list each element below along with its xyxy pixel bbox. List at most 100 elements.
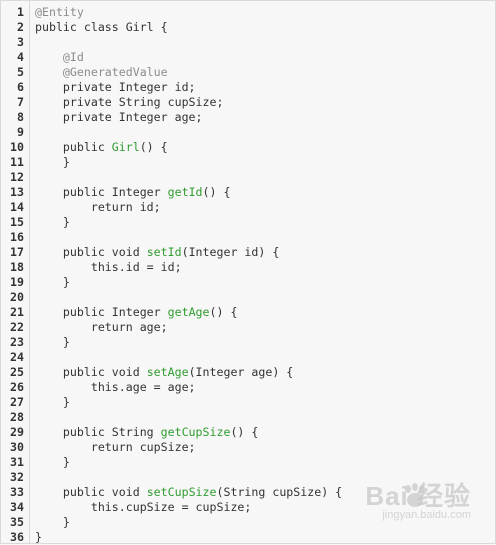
code-line: 33 public void setCupSize(String cupSize… (1, 485, 495, 500)
annotation-token: @GeneratedValue (35, 65, 168, 79)
line-number: 1 (17, 5, 24, 19)
code-text: } (35, 530, 42, 545)
code-line: 28 (1, 410, 495, 425)
line-number: 9 (17, 125, 24, 139)
code-text: this.id = id; (35, 260, 182, 275)
code-line: 17 public void setId(Integer id) { (1, 245, 495, 260)
code-line: 14 return id; (1, 200, 495, 215)
code-line: 10 public Girl() { (1, 140, 495, 155)
line-number: 7 (17, 95, 24, 109)
code-line: 19 } (1, 275, 495, 290)
line-number: 6 (17, 80, 24, 94)
code-token: public class Girl { (35, 20, 168, 34)
code-text: public void setAge(Integer age) { (35, 365, 293, 380)
code-line: 3 (1, 35, 495, 50)
code-token: () { (209, 305, 238, 319)
code-line: 24 (1, 350, 495, 365)
line-number: 35 (10, 515, 24, 529)
code-line: 6 private Integer id; (1, 80, 495, 95)
code-token: } (35, 335, 70, 349)
code-line: 30 return cupSize; (1, 440, 495, 455)
function-name-token: getCupSize (160, 425, 231, 439)
code-text: this.cupSize = cupSize; (35, 500, 252, 515)
code-line: 11 } (1, 155, 495, 170)
line-number: 2 (17, 20, 24, 34)
code-token: (Integer age) { (188, 365, 294, 379)
code-text: @Id (35, 50, 84, 65)
code-token: return id; (35, 200, 161, 214)
code-token: public Integer (35, 305, 168, 319)
line-number: 25 (10, 365, 24, 379)
code-line: 2 public class Girl { (1, 20, 495, 35)
code-token: private Integer id; (35, 80, 196, 94)
code-line: 16 (1, 230, 495, 245)
line-number: 29 (10, 425, 24, 439)
code-line: 13 public Integer getId() { (1, 185, 495, 200)
line-number: 26 (10, 380, 24, 394)
line-number: 21 (10, 305, 24, 319)
code-line: 31 } (1, 455, 495, 470)
code-text: private Integer age; (35, 110, 203, 125)
code-text: private Integer id; (35, 80, 196, 95)
code-text: } (35, 335, 70, 350)
code-token: this.age = age; (35, 380, 196, 394)
code-token: (Integer id) { (181, 245, 280, 259)
line-number: 33 (10, 485, 24, 499)
code-text: @GeneratedValue (35, 65, 168, 80)
code-token: public void (35, 365, 147, 379)
line-number: 14 (10, 200, 24, 214)
line-number: 34 (10, 500, 24, 514)
line-number: 23 (10, 335, 24, 349)
code-text: } (35, 515, 70, 530)
code-line: 34 this.cupSize = cupSize; (1, 500, 495, 515)
code-text: public void setCupSize(String cupSize) { (35, 485, 342, 500)
code-text: public class Girl { (35, 20, 168, 35)
line-number: 20 (10, 290, 24, 304)
line-number: 36 (10, 530, 24, 544)
line-number: 30 (10, 440, 24, 454)
code-line: 32 (1, 470, 495, 485)
code-line: 29 public String getCupSize() { (1, 425, 495, 440)
code-token: this.cupSize = cupSize; (35, 500, 252, 514)
code-line: 15 } (1, 215, 495, 230)
code-line: 35 } (1, 515, 495, 530)
code-token: } (35, 530, 42, 544)
code-line: 25 public void setAge(Integer age) { (1, 365, 495, 380)
code-text: } (35, 215, 70, 230)
code-text: } (35, 395, 70, 410)
function-name-token: getAge (167, 305, 210, 319)
code-line: 23 } (1, 335, 495, 350)
code-line: 5 @GeneratedValue (1, 65, 495, 80)
line-number: 8 (17, 110, 24, 124)
code-token: public Integer (35, 185, 168, 199)
code-text: public Girl() { (35, 140, 168, 155)
line-number: 15 (10, 215, 24, 229)
code-token: } (35, 455, 70, 469)
code-text: public Integer getId() { (35, 185, 231, 200)
line-number: 5 (17, 65, 24, 79)
line-number: 27 (10, 395, 24, 409)
code-token: () { (202, 185, 231, 199)
function-name-token: setAge (146, 365, 189, 379)
code-token: } (35, 155, 70, 169)
line-number: 22 (10, 320, 24, 334)
code-text: } (35, 155, 70, 170)
code-token: private String cupSize; (35, 95, 224, 109)
code-token: } (35, 515, 70, 529)
line-number: 28 (10, 410, 24, 424)
code-text: public Integer getAge() { (35, 305, 238, 320)
code-token: private Integer age; (35, 110, 203, 124)
code-editor[interactable]: 1 @Entity 2 public class Girl {3 4 @Id 5 @Gen… (0, 0, 496, 544)
code-text: @Entity (35, 5, 84, 20)
annotation-token: @Id (35, 50, 84, 64)
line-number: 13 (10, 185, 24, 199)
code-lines: 1 @Entity 2 public class Girl {3 4 @Id 5 @Gen… (1, 5, 495, 545)
code-text: return id; (35, 200, 161, 215)
function-name-token: Girl (111, 140, 140, 154)
line-number: 4 (17, 50, 24, 64)
code-token: () { (230, 425, 259, 439)
line-number: 24 (10, 350, 24, 364)
code-line: 26 this.age = age; (1, 380, 495, 395)
code-text: public String getCupSize() { (35, 425, 258, 440)
code-line: 1 @Entity (1, 5, 495, 20)
